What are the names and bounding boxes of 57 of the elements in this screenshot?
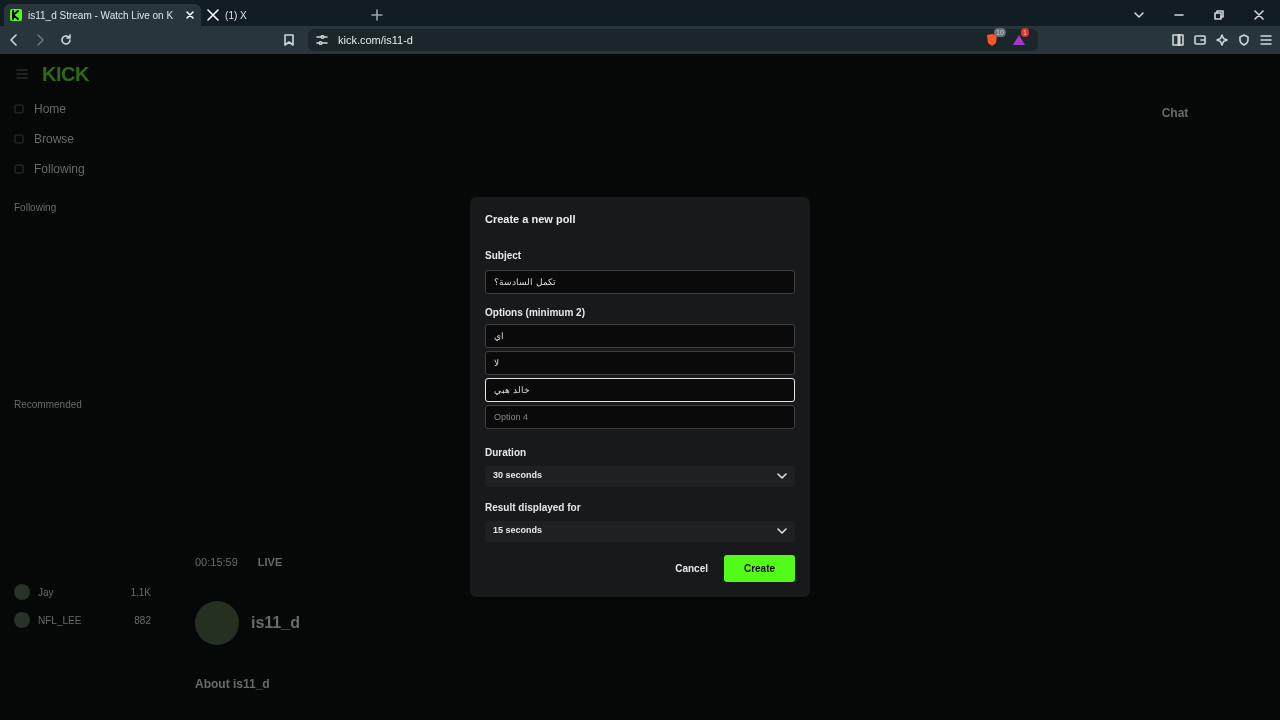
bookmark-icon[interactable] — [284, 34, 294, 46]
back-icon[interactable] — [8, 34, 20, 46]
channel-list-item[interactable]: Jay 1.1K — [14, 584, 151, 600]
avatar — [14, 584, 30, 600]
section-heading: Recommended — [14, 398, 83, 412]
browser-tab[interactable]: is11_d Stream - Watch Live on K — [4, 4, 202, 26]
new-tab-icon[interactable] — [371, 9, 384, 21]
reload-icon[interactable] — [60, 34, 72, 46]
sidebar-nav-item[interactable]: Home — [14, 100, 151, 118]
section-heading: Following — [14, 201, 58, 215]
nav-icon — [14, 164, 24, 174]
avatar — [14, 612, 30, 628]
dropdown[interactable]: 30 seconds — [485, 465, 795, 487]
nav-icon — [14, 134, 24, 144]
site-settings-icon[interactable] — [316, 35, 328, 45]
create-button[interactable]: Create — [724, 554, 795, 582]
dropdown[interactable]: 15 seconds — [485, 520, 795, 542]
live-label: LIVE — [257, 555, 283, 570]
dialog-title: Create a new poll — [485, 212, 577, 227]
channel-name[interactable]: is11_d — [251, 610, 300, 635]
restore-icon[interactable] — [1214, 10, 1224, 20]
chevron-down-icon — [777, 473, 787, 479]
close-icon[interactable] — [185, 10, 196, 20]
wallet-icon[interactable] — [1194, 34, 1206, 46]
lion-shield-icon — [986, 33, 998, 47]
forward-icon[interactable] — [34, 34, 46, 46]
avatar — [195, 600, 239, 645]
chat-title: Chat — [1161, 105, 1189, 122]
text-input-field[interactable]: لا — [485, 350, 795, 375]
shield-icon[interactable] — [1238, 34, 1250, 46]
field-label: Options (minimum 2) — [485, 305, 586, 320]
browser-tab[interactable]: (1) X — [201, 4, 362, 26]
sidebar-nav-item[interactable]: Following — [14, 160, 151, 178]
nav-icon — [14, 104, 24, 114]
sidebar-icon[interactable] — [1172, 34, 1184, 46]
chevron-down-icon — [777, 528, 787, 534]
x-logo-icon — [207, 9, 220, 21]
stream-time: 00:15:59 — [195, 555, 238, 570]
cancel-button[interactable]: Cancel — [673, 560, 710, 576]
close-icon[interactable] — [1254, 10, 1264, 20]
text-input-field[interactable]: خالد هبي — [485, 377, 795, 402]
text-input-field[interactable]: اي — [485, 323, 795, 348]
field-label: Duration — [485, 445, 528, 460]
address-bar[interactable]: kick.com/is11-d — [338, 31, 976, 49]
chevron-down-icon[interactable] — [1134, 10, 1144, 20]
triangle-icon — [1012, 34, 1026, 46]
text-input-field[interactable]: تكمل السادسة؟ — [485, 269, 795, 294]
field-label: Subject — [485, 248, 523, 263]
kick-favicon-icon — [10, 9, 22, 21]
text-input-field[interactable]: Option 4 — [485, 404, 795, 429]
viewer-count: 1.1K — [130, 585, 151, 600]
section-heading: About is11_d — [195, 675, 271, 693]
sparkle-icon[interactable] — [1216, 34, 1228, 46]
viewer-count: 882 — [134, 613, 151, 628]
field-label: Result displayed for — [485, 500, 582, 515]
sidebar-nav-item[interactable]: Browse — [14, 130, 151, 148]
channel-list-item[interactable]: NFL_LEE 882 — [14, 612, 151, 628]
